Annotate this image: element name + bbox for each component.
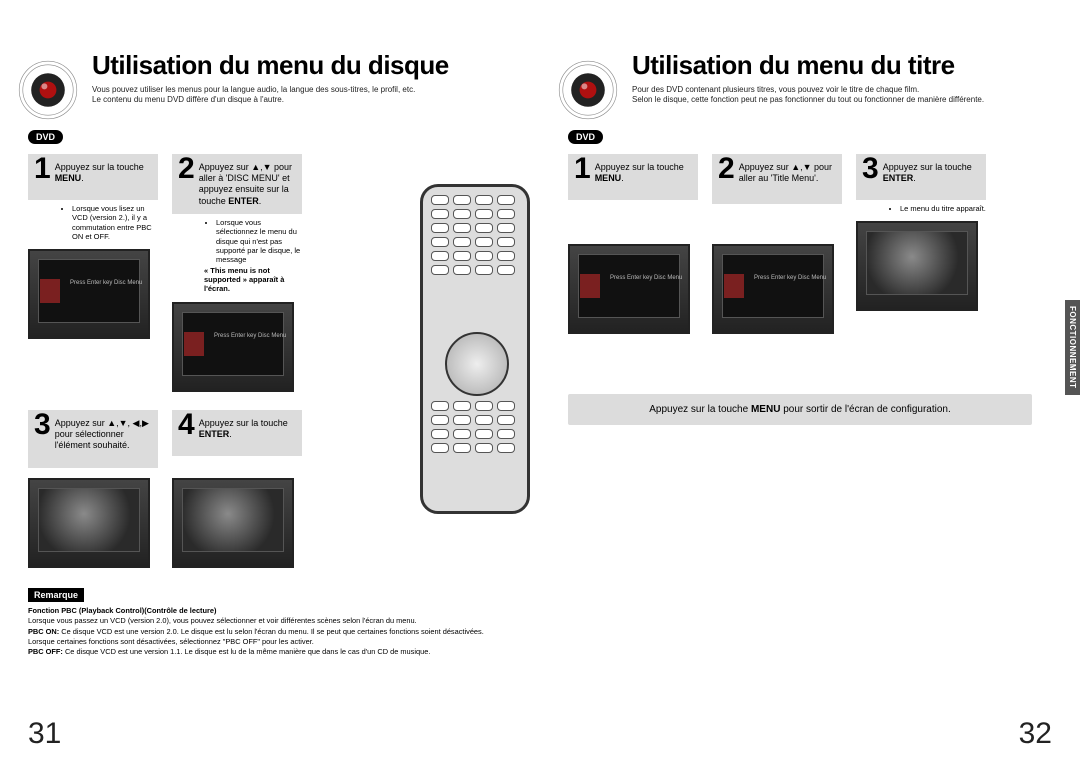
step-number: 3 bbox=[862, 154, 879, 184]
section-tab: FONCTIONNEMENT bbox=[1065, 300, 1080, 395]
b: MENU bbox=[595, 173, 622, 183]
remote-dpad-icon bbox=[445, 332, 509, 396]
intro-text: Vous pouvez utiliser les menus pour la l… bbox=[92, 85, 512, 106]
step-2: 2 Appuyez sur ▲,▼ pour aller au 'Title M… bbox=[712, 154, 842, 204]
note-text: Le menu du titre apparaît. bbox=[900, 204, 988, 213]
tv-thumbnail-disc-menu: Press Enter key Disc Menu bbox=[28, 249, 150, 339]
tv-thumbnail-movie bbox=[28, 478, 150, 568]
step-text: Appuyez sur la touche ENTER. bbox=[199, 416, 294, 441]
b: ENTER bbox=[228, 196, 259, 206]
step-3: 3 Appuyez sur la touche ENTER. bbox=[856, 154, 986, 200]
thumb-text: Press Enter key Disc Menu bbox=[610, 274, 682, 284]
step-number: 4 bbox=[178, 410, 195, 440]
step-3: 3 Appuyez sur ▲,▼, ◀,▶ pour sélectionner… bbox=[28, 410, 158, 468]
intro-text: Pour des DVD contenant plusieurs titres,… bbox=[632, 85, 1032, 106]
t2: . bbox=[621, 173, 624, 183]
tv-thumbnail-title-menu: Press Enter key Disc Menu bbox=[568, 244, 690, 334]
page-number: 31 bbox=[28, 717, 61, 751]
tv-thumbnail-movie bbox=[856, 221, 978, 311]
b: MENU bbox=[55, 173, 82, 183]
pbc-on-text: Ce disque VCD est une version 2.0. Le di… bbox=[28, 627, 484, 646]
col-1: 3 Appuyez sur ▲,▼, ◀,▶ pour sélectionner… bbox=[28, 410, 160, 568]
speaker-icon bbox=[18, 60, 78, 120]
intro-line-2: Selon le disque, cette fonction peut ne … bbox=[632, 95, 1032, 105]
thumb-text: Press Enter key Disc Menu bbox=[214, 332, 286, 342]
step-text: Appuyez sur la touche ENTER. bbox=[883, 160, 978, 185]
t2: . bbox=[259, 196, 262, 206]
col-2: 4 Appuyez sur la touche ENTER. bbox=[172, 410, 304, 568]
steps-row: 1 Appuyez sur la touche MENU. Press Ente… bbox=[568, 154, 1032, 334]
note-text-a: Lorsque vous sélectionnez le menu du dis… bbox=[216, 218, 304, 265]
t: Appuyez sur la touche bbox=[199, 418, 288, 428]
step-1-note: Lorsque vous lisez un VCD (version 2.), … bbox=[32, 204, 160, 242]
b: ENTER bbox=[199, 429, 230, 439]
remarque-intro: Lorsque vous passez un VCD (version 2.0)… bbox=[28, 616, 417, 625]
tv-thumbnail-disc-menu: Press Enter key Disc Menu bbox=[172, 302, 294, 392]
t2: pour sortir de l'écran de configuration. bbox=[780, 404, 950, 415]
pbc-off-label: PBC OFF: bbox=[28, 647, 63, 656]
page-title: Utilisation du menu du disque bbox=[92, 50, 512, 81]
step-1: 1 Appuyez sur la touche MENU. bbox=[568, 154, 698, 200]
step-number: 2 bbox=[178, 154, 195, 184]
step-number: 1 bbox=[34, 154, 51, 184]
step-1: 1 Appuyez sur la touche MENU. bbox=[28, 154, 158, 200]
thumb-text: Press Enter key Disc Menu bbox=[754, 274, 826, 284]
manual-spread: Utilisation du menu du disque Vous pouve… bbox=[0, 0, 1080, 763]
intro-line-1: Vous pouvez utiliser les menus pour la l… bbox=[92, 85, 512, 95]
t: Appuyez sur la touche bbox=[649, 404, 751, 415]
page-32: Utilisation du menu du titre Pour des DV… bbox=[540, 0, 1080, 763]
t2: . bbox=[229, 429, 232, 439]
remarque-label: Remarque bbox=[28, 588, 84, 602]
speaker-icon bbox=[558, 60, 618, 120]
pbc-off-text: Ce disque VCD est une version 1.1. Le di… bbox=[65, 647, 430, 656]
exit-instruction: Appuyez sur la touche MENU pour sortir d… bbox=[568, 394, 1032, 425]
col-1: 1 Appuyez sur la touche MENU. Press Ente… bbox=[568, 154, 700, 334]
note-text-b: « This menu is not supported » apparaît … bbox=[204, 266, 304, 294]
remote-control-illustration bbox=[420, 184, 530, 514]
step-number: 3 bbox=[34, 410, 51, 440]
step-number: 2 bbox=[718, 154, 735, 184]
step-text: Appuyez sur ▲,▼ pour aller au 'Title Men… bbox=[739, 160, 834, 185]
step-4: 4 Appuyez sur la touche ENTER. bbox=[172, 410, 302, 456]
pbc-on-label: PBC ON: bbox=[28, 627, 59, 636]
col-3: 3 Appuyez sur la touche ENTER. Le menu d… bbox=[856, 154, 988, 334]
page-number: 32 bbox=[1019, 717, 1052, 751]
step-text: Appuyez sur la touche MENU. bbox=[595, 160, 690, 185]
remarque-block: Remarque Fonction PBC (Playback Control)… bbox=[28, 588, 512, 658]
dvd-badge: DVD bbox=[28, 130, 63, 144]
note-text: Lorsque vous lisez un VCD (version 2.), … bbox=[72, 204, 160, 242]
t: Appuyez sur la touche bbox=[883, 162, 972, 172]
t2: . bbox=[913, 173, 916, 183]
t: Appuyez sur la touche bbox=[595, 162, 684, 172]
intro-line-2: Le contenu du menu DVD diffère d'un disq… bbox=[92, 95, 512, 105]
remarque-title: Fonction PBC (Playback Control)(Contrôle… bbox=[28, 606, 216, 615]
step-text: Appuyez sur la touche MENU. bbox=[55, 160, 150, 185]
col-2: 2 Appuyez sur ▲,▼ pour aller au 'Title M… bbox=[712, 154, 844, 334]
step-number: 1 bbox=[574, 154, 591, 184]
step-text: Appuyez sur ▲,▼, ◀,▶ pour sélectionner l… bbox=[55, 416, 150, 452]
step-2: 2 Appuyez sur ▲,▼ pour aller à 'DISC MEN… bbox=[172, 154, 302, 214]
thumb-text: Press Enter key Disc Menu bbox=[70, 279, 142, 289]
step-3-note: Le menu du titre apparaît. bbox=[860, 204, 988, 213]
step-text: Appuyez sur ▲,▼ pour aller à 'DISC MENU'… bbox=[199, 160, 294, 207]
dvd-badge: DVD bbox=[568, 130, 603, 144]
page-title: Utilisation du menu du titre bbox=[632, 50, 1032, 81]
tv-thumbnail-title-menu: Press Enter key Disc Menu bbox=[712, 244, 834, 334]
b: MENU bbox=[751, 404, 780, 415]
remarque-body: Fonction PBC (Playback Control)(Contrôle… bbox=[28, 606, 512, 658]
tv-thumbnail-movie bbox=[172, 478, 294, 568]
intro-line-1: Pour des DVD contenant plusieurs titres,… bbox=[632, 85, 1032, 95]
step-2-note: Lorsque vous sélectionnez le menu du dis… bbox=[176, 218, 304, 294]
t2: . bbox=[81, 173, 84, 183]
b: ENTER bbox=[883, 173, 914, 183]
col-2: 2 Appuyez sur ▲,▼ pour aller à 'DISC MEN… bbox=[172, 154, 304, 392]
col-1: 1 Appuyez sur la touche MENU. Lorsque vo… bbox=[28, 154, 160, 392]
page-31: Utilisation du menu du disque Vous pouve… bbox=[0, 0, 540, 763]
t: Appuyez sur la touche bbox=[55, 162, 144, 172]
bold-msg: « This menu is not supported » apparaît … bbox=[204, 266, 284, 294]
